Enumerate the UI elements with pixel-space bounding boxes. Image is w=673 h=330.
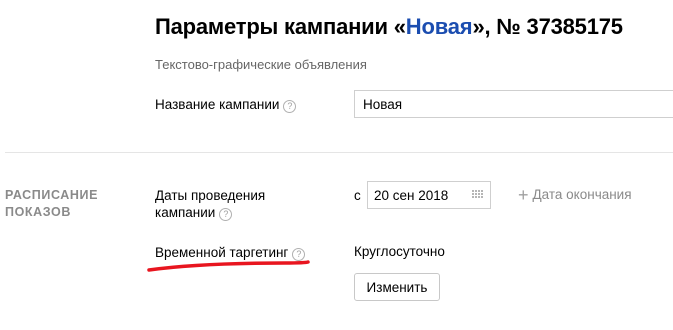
campaign-name-label-row: Название кампании? bbox=[155, 96, 297, 113]
campaign-name-label: Название кампании bbox=[155, 97, 280, 112]
campaign-dates-label-row: Даты проведения кампании? bbox=[155, 187, 305, 221]
red-annotation-underline bbox=[147, 260, 310, 272]
campaign-dates-label: Даты проведения кампании bbox=[155, 188, 266, 220]
start-date-input[interactable]: 20 сен 2018 bbox=[367, 181, 491, 209]
title-campaign-name: Новая bbox=[405, 14, 473, 39]
time-targeting-value: Круглосуточно bbox=[354, 244, 445, 259]
campaign-settings-page: Параметры кампании «Новая», № 37385175 Т… bbox=[0, 0, 673, 330]
add-end-date-label: Дата окончания bbox=[532, 187, 632, 202]
help-icon[interactable]: ? bbox=[219, 208, 233, 221]
campaign-type-subtitle: Текстово-графические объявления bbox=[155, 57, 367, 72]
calendar-icon[interactable] bbox=[472, 190, 484, 200]
date-from-prefix: с bbox=[354, 188, 361, 203]
change-schedule-button[interactable]: Изменить bbox=[354, 273, 440, 301]
section-heading-schedule: РАСПИСАНИЕ ПОКАЗОВ bbox=[5, 188, 99, 219]
campaign-name-input[interactable] bbox=[354, 90, 673, 118]
start-date-value: 20 сен 2018 bbox=[374, 188, 449, 203]
plus-icon: + bbox=[518, 185, 529, 205]
help-icon[interactable]: ? bbox=[283, 100, 297, 113]
title-prefix: Параметры кампании « bbox=[155, 14, 406, 39]
title-suffix: », № 37385175 bbox=[472, 14, 623, 39]
page-title: Параметры кампании «Новая», № 37385175 bbox=[155, 14, 623, 40]
add-end-date-link[interactable]: + Дата окончания bbox=[518, 185, 632, 205]
section-divider bbox=[5, 152, 673, 153]
underline-stroke bbox=[147, 260, 310, 272]
